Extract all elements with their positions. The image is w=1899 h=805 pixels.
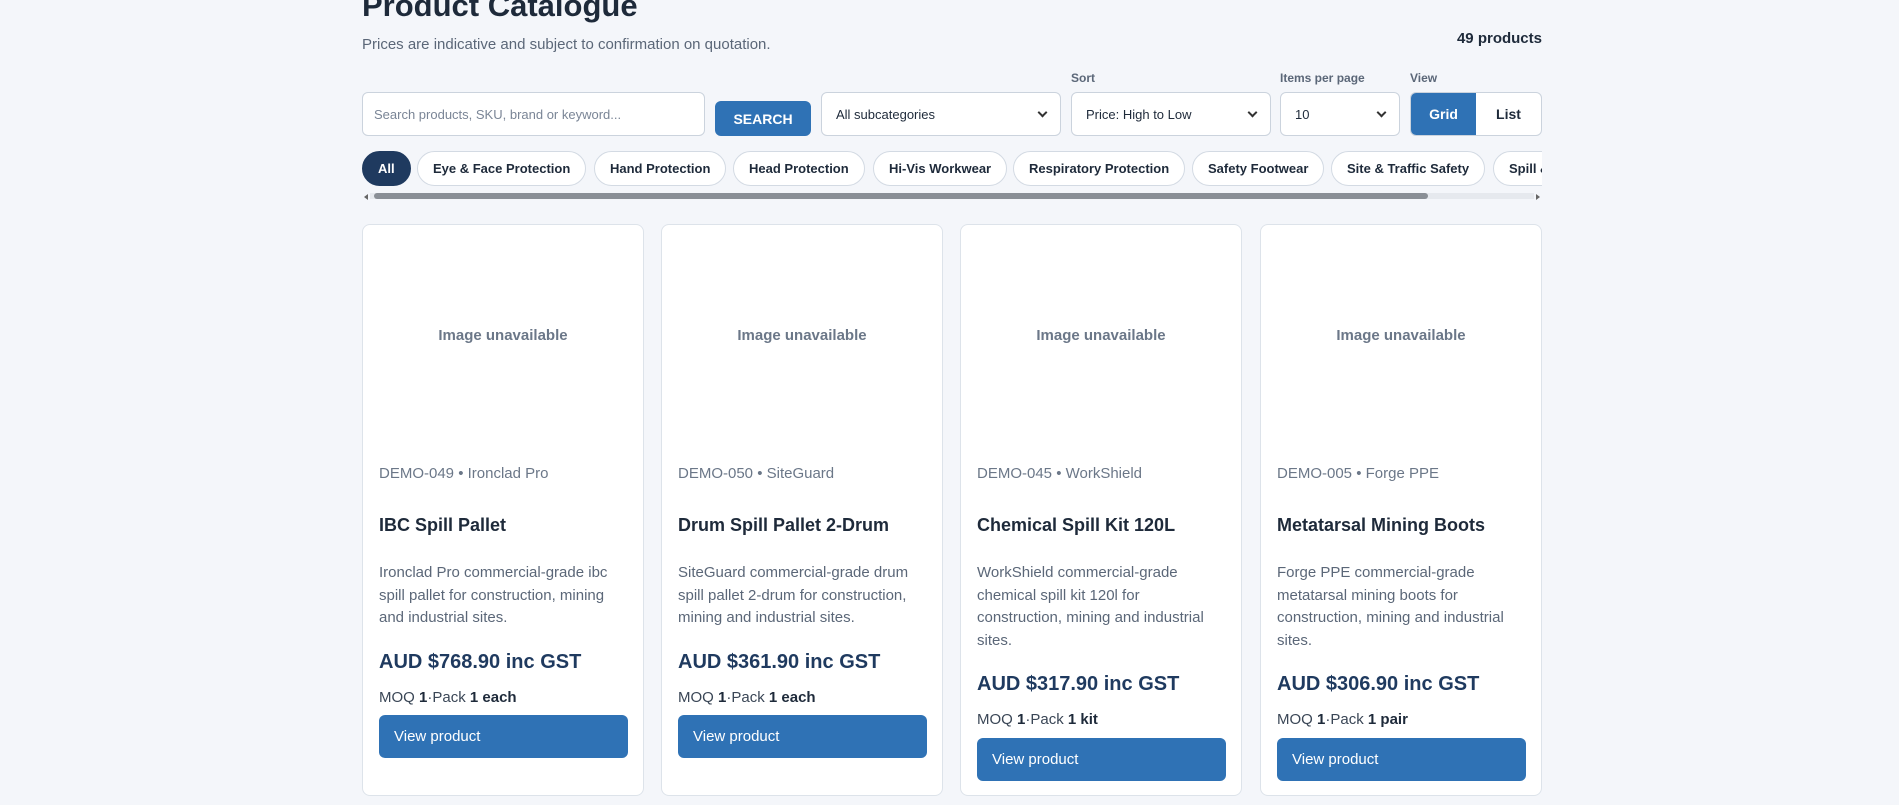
items-per-page-label: Items per page [1280, 71, 1365, 85]
items-per-page-select[interactable]: 10 [1280, 92, 1400, 136]
product-moq-pack: MOQ 1·Pack 1 kit [977, 711, 1098, 728]
category-chip-head[interactable]: Head Protection [733, 151, 865, 186]
product-image-placeholder: Image unavailable [438, 326, 568, 344]
pack-label: Pack [1030, 711, 1064, 728]
product-description: Forge PPE commercial-grade metatarsal mi… [1277, 564, 1504, 649]
moq-label: MOQ [1277, 711, 1313, 728]
scroll-left-icon[interactable] [364, 194, 368, 200]
pack-label: Pack [1330, 711, 1364, 728]
category-chip-hand[interactable]: Hand Protection [594, 151, 727, 186]
search-button[interactable]: SEARCH [715, 101, 811, 136]
moq-label: MOQ [379, 689, 415, 706]
view-product-button[interactable]: View product [678, 715, 927, 758]
product-meta: DEMO-045 • WorkShield [977, 465, 1143, 482]
moq-value: 1 [718, 689, 727, 706]
product-name: IBC Spill Pallet [379, 515, 507, 535]
product-price: AUD $361.90 inc GST [678, 651, 881, 673]
product-moq-pack: MOQ 1·Pack 1 pair [1277, 711, 1408, 728]
category-chip-footwear[interactable]: Safety Footwear [1192, 151, 1325, 186]
category-chip-hi-vis[interactable]: Hi-Vis Workwear [873, 151, 1008, 186]
product-card: Image unavailable DEMO-005 • Forge PPE M… [1260, 224, 1542, 796]
category-chip-respiratory[interactable]: Respiratory Protection [1013, 151, 1186, 186]
subcategory-value: All subcategories [836, 106, 935, 122]
view-product-button[interactable]: View product [977, 738, 1226, 781]
moq-value: 1 [1017, 711, 1026, 728]
product-description: Ironclad Pro commercial-grade ibc spill … [379, 564, 608, 626]
chevron-down-icon [1037, 107, 1048, 117]
product-meta: DEMO-005 • Forge PPE [1277, 465, 1439, 482]
category-chip-eye-face[interactable]: Eye & Face Protection [417, 151, 587, 186]
product-name: Chemical Spill Kit 120L [977, 515, 1176, 535]
chevron-down-icon [1247, 107, 1258, 117]
category-chip-site-traffic[interactable]: Site & Traffic Safety [1331, 151, 1486, 186]
product-image-placeholder: Image unavailable [1036, 326, 1166, 344]
view-list-button[interactable]: List [1476, 93, 1541, 135]
product-description: SiteGuard commercial-grade drum spill pa… [678, 564, 909, 626]
pack-label: Pack [731, 689, 765, 706]
pack-value: 1 each [469, 689, 517, 706]
view-toggle: Grid List [1410, 92, 1542, 136]
view-label: View [1410, 71, 1438, 85]
product-card: Image unavailable DEMO-050 • SiteGuard D… [661, 224, 943, 796]
search-input[interactable] [362, 92, 705, 136]
moq-label: MOQ [977, 711, 1013, 728]
product-card: Image unavailable DEMO-045 • WorkShield … [960, 224, 1242, 796]
product-name: Drum Spill Pallet 2-Drum [678, 515, 890, 535]
product-card: Image unavailable DEMO-049 • Ironclad Pr… [362, 224, 644, 796]
category-chip-spill[interactable]: Spill & [1493, 151, 1542, 186]
product-meta: DEMO-050 • SiteGuard [678, 465, 835, 482]
category-scrollbar[interactable] [362, 192, 1542, 200]
pack-value: 1 kit [1067, 711, 1098, 728]
pack-label: Pack [432, 689, 466, 706]
sort-label: Sort [1071, 71, 1095, 85]
page-title: Product Catalogue [362, 0, 638, 23]
sort-select[interactable]: Price: High to Low [1071, 92, 1271, 136]
view-product-button[interactable]: View product [379, 715, 628, 758]
product-image-placeholder: Image unavailable [1336, 326, 1466, 344]
moq-label: MOQ [678, 689, 714, 706]
moq-value: 1 [419, 689, 428, 706]
sort-value: Price: High to Low [1086, 106, 1192, 122]
product-count: 49 products [1456, 30, 1542, 47]
category-chips: All Eye & Face Protection Hand Protectio… [362, 151, 1542, 187]
product-description: WorkShield commercial-grade chemical spi… [977, 564, 1204, 649]
items-per-page-value: 10 [1295, 106, 1310, 122]
moq-value: 1 [1317, 711, 1326, 728]
page-subtitle: Prices are indicative and subject to con… [362, 36, 771, 53]
product-image-placeholder: Image unavailable [737, 326, 867, 344]
chevron-down-icon [1376, 107, 1387, 117]
product-price: AUD $306.90 inc GST [1277, 673, 1480, 695]
category-chip-all[interactable]: All [362, 151, 411, 186]
product-meta: DEMO-049 • Ironclad Pro [379, 465, 549, 482]
pack-value: 1 each [768, 689, 816, 706]
scroll-right-icon[interactable] [1536, 194, 1540, 200]
view-grid-button[interactable]: Grid [1411, 93, 1476, 135]
product-name: Metatarsal Mining Boots [1277, 515, 1486, 535]
product-price: AUD $768.90 inc GST [379, 651, 582, 673]
scrollbar-thumb[interactable] [374, 193, 1428, 199]
pack-value: 1 pair [1367, 711, 1408, 728]
subcategory-select[interactable]: All subcategories [821, 92, 1061, 136]
product-moq-pack: MOQ 1·Pack 1 each [379, 689, 517, 706]
product-moq-pack: MOQ 1·Pack 1 each [678, 689, 816, 706]
view-product-button[interactable]: View product [1277, 738, 1526, 781]
product-price: AUD $317.90 inc GST [977, 673, 1180, 695]
